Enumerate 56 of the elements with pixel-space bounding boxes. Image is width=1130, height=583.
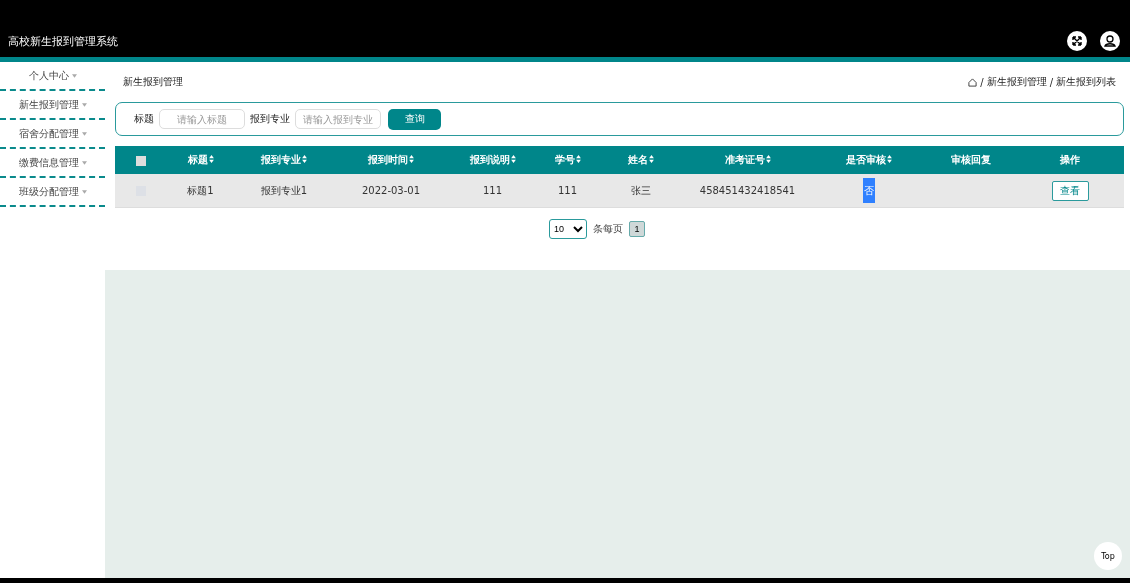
user-icon[interactable] <box>1100 31 1120 51</box>
table-cell: 否 <box>862 177 875 203</box>
field-label: 标题 <box>134 112 154 126</box>
table-cell: 报到专业1 <box>260 184 308 196</box>
caret-icon <box>81 189 87 194</box>
sort-icon[interactable] <box>302 155 307 163</box>
page-title: 新生报到管理 <box>123 75 183 89</box>
per-page-label: 条每页 <box>593 222 623 236</box>
table-cell: 111 <box>557 185 578 196</box>
sort-icon[interactable] <box>510 155 516 163</box>
column-header[interactable]: 报到说明 <box>448 146 537 174</box>
breadcrumb-separator: / <box>980 76 984 88</box>
table-cell: 111 <box>482 185 503 196</box>
caret-icon <box>71 73 77 78</box>
search-button[interactable]: 查询 <box>388 108 441 130</box>
page-button[interactable]: 1 <box>629 221 645 237</box>
home-icon[interactable] <box>968 77 978 87</box>
sort-icon[interactable] <box>208 155 214 163</box>
sort-icon[interactable] <box>409 155 414 163</box>
sidebar-item[interactable]: 缴费信息管理 <box>0 149 105 178</box>
field-label: 报到专业 <box>250 112 290 126</box>
view-button[interactable]: 查看 <box>1051 180 1089 201</box>
sort-icon[interactable] <box>765 155 771 163</box>
caret-icon <box>81 102 87 107</box>
caret-icon <box>81 131 87 136</box>
sidebar-item[interactable]: 新生报到管理 <box>0 91 105 120</box>
column-header[interactable]: 是否审核 <box>812 146 925 174</box>
breadcrumb-link[interactable]: 新生报到管理 <box>986 75 1047 89</box>
page-size-select[interactable]: 10 <box>549 219 587 239</box>
sort-icon[interactable] <box>648 155 654 163</box>
column-header[interactable]: 报到专业 <box>234 146 334 174</box>
sidebar-item[interactable]: 个人中心 <box>0 62 105 91</box>
sidebar-item[interactable]: 宿舍分配管理 <box>0 120 105 149</box>
table-cell: 标题1 <box>187 184 214 196</box>
back-to-top-button[interactable]: Top <box>1094 542 1122 570</box>
column-header[interactable]: 审核回复 <box>925 146 1016 174</box>
caret-icon <box>81 160 87 165</box>
search-field[interactable]: 请输入标题 <box>159 109 245 129</box>
sidebar-item[interactable]: 班级分配管理 <box>0 178 105 207</box>
fullscreen-icon[interactable] <box>1067 31 1087 51</box>
app-title: 高校新生报到管理系统 <box>8 33 118 49</box>
table-cell: 458451432418541 <box>699 185 796 196</box>
column-header[interactable]: 学号 <box>537 146 598 174</box>
column-header[interactable]: 标题 <box>167 146 234 174</box>
search-field[interactable]: 请输入报到专业 <box>295 109 381 129</box>
breadcrumb-separator: / <box>1049 76 1053 88</box>
column-header[interactable]: 准考证号 <box>683 146 812 174</box>
breadcrumb-link[interactable]: 新生报到列表 <box>1056 75 1116 89</box>
select-all-checkbox[interactable] <box>136 155 146 166</box>
column-header[interactable]: 报到时间 <box>334 146 448 174</box>
column-header[interactable]: 姓名 <box>598 146 683 174</box>
table-cell: 张三 <box>630 184 651 196</box>
sort-icon[interactable] <box>575 155 581 163</box>
column-header[interactable]: 操作 <box>1016 146 1124 174</box>
sort-icon[interactable] <box>886 155 892 163</box>
table-cell: 2022-03-01 <box>361 185 421 196</box>
